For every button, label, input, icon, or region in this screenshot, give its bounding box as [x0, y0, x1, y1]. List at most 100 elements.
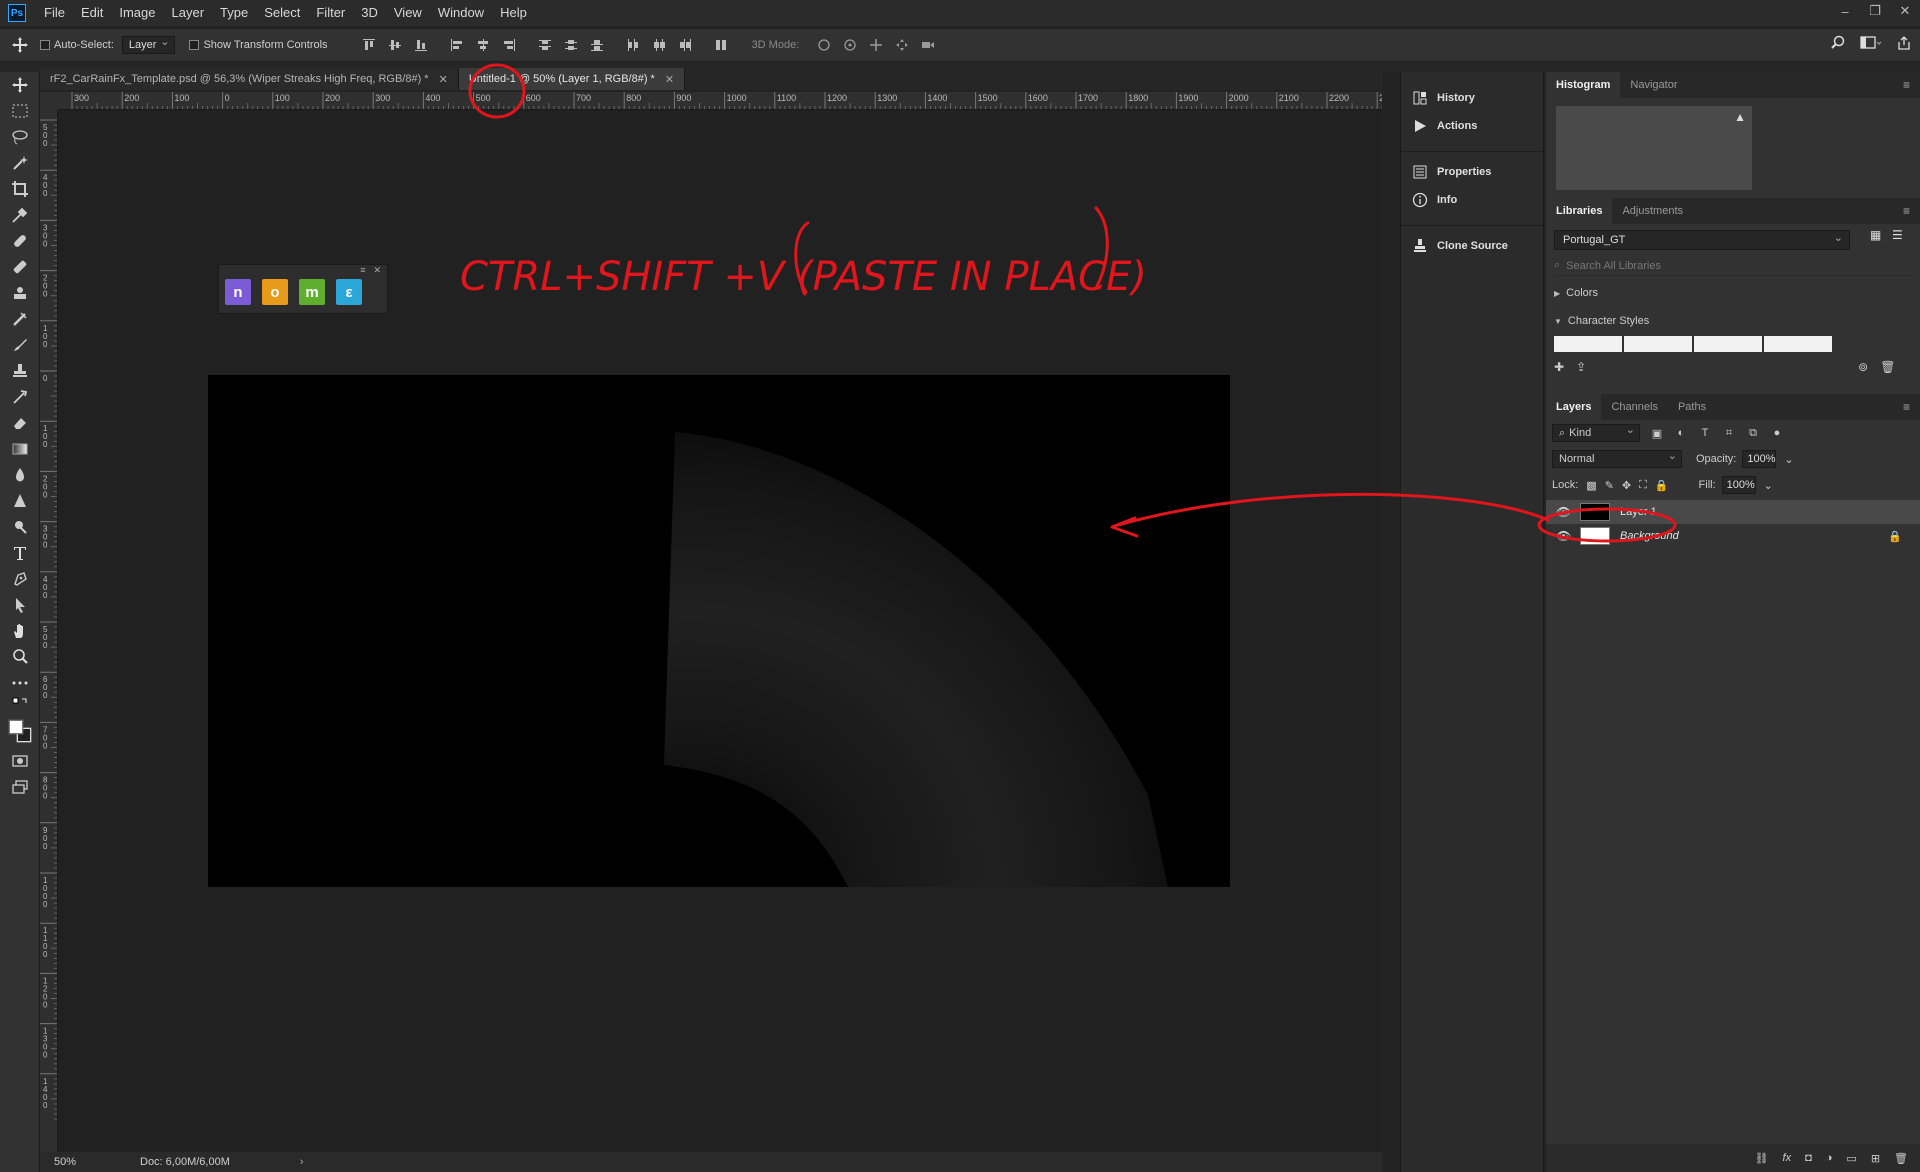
menu-edit[interactable]: Edit — [73, 0, 111, 26]
filter-toggle-icon[interactable]: ● — [1770, 426, 1784, 440]
vertical-ruler[interactable]: 5004003002001000100200300400500600700800… — [40, 110, 58, 1152]
distribute-top-icon[interactable] — [536, 36, 554, 54]
pixel-filter-icon[interactable]: ▣ — [1650, 426, 1664, 440]
search-icon[interactable] — [1830, 35, 1846, 54]
history-brush-tool-icon[interactable] — [0, 306, 40, 332]
tab-layers[interactable]: Layers — [1546, 394, 1602, 420]
tab-libraries[interactable]: Libraries — [1546, 198, 1613, 224]
panel-actions[interactable]: Actions — [1401, 112, 1543, 140]
lock-all-icon[interactable]: 🔒 — [1655, 479, 1669, 492]
more-tools-icon[interactable] — [0, 670, 40, 696]
minimize-button[interactable]: – — [1830, 0, 1860, 22]
dodge-tool-icon[interactable] — [0, 514, 40, 540]
lock-pixels-icon[interactable]: ✎ — [1605, 479, 1614, 492]
move-tool-icon[interactable] — [0, 72, 40, 98]
share-icon[interactable] — [1896, 35, 1912, 54]
workspace-icon[interactable] — [1860, 35, 1882, 54]
restore-button[interactable]: ❐ — [1860, 0, 1890, 22]
close-tab-icon[interactable]: ✕ — [439, 73, 448, 86]
zoom-tool-icon[interactable] — [0, 644, 40, 670]
opacity-field[interactable]: 100% — [1742, 450, 1777, 468]
healing-brush-tool-icon[interactable] — [0, 228, 40, 254]
paint-brush-tool-icon[interactable] — [0, 332, 40, 358]
clone-stamp-tool-icon[interactable] — [0, 358, 40, 384]
list-view-icon[interactable]: ☰ — [1892, 228, 1908, 244]
menu-type[interactable]: Type — [212, 0, 256, 26]
menu-layer[interactable]: Layer — [164, 0, 213, 26]
add-icon[interactable]: ✚ — [1554, 360, 1564, 374]
document-canvas[interactable] — [208, 375, 1230, 887]
panel-clone-source[interactable]: Clone Source — [1401, 232, 1543, 260]
close-window-button[interactable]: ✕ — [1890, 0, 1920, 22]
chevron-down-icon[interactable]: ⌄ — [1764, 479, 1773, 492]
auto-align-icon[interactable] — [712, 36, 730, 54]
tab-channels[interactable]: Channels — [1601, 394, 1667, 420]
upload-icon[interactable]: ⇪ — [1576, 360, 1586, 374]
type-tool-icon[interactable] — [0, 540, 40, 566]
panel-menu-icon[interactable]: ≡ — [360, 265, 365, 275]
fx-icon[interactable]: fx — [1783, 1152, 1792, 1164]
eyedropper-tool-icon[interactable] — [0, 202, 40, 228]
menu-help[interactable]: Help — [492, 0, 535, 26]
tab-adjustments[interactable]: Adjustments — [1612, 198, 1693, 224]
blend-mode-dropdown[interactable]: Normal — [1552, 449, 1682, 468]
plugin-m-button[interactable]: m — [299, 279, 325, 305]
panel-info[interactable]: Info — [1401, 186, 1543, 214]
panel-history[interactable]: History — [1401, 84, 1543, 112]
3d-camera-icon[interactable] — [919, 36, 937, 54]
character-style-thumb[interactable] — [1624, 336, 1692, 352]
panel-menu-icon[interactable]: ≡ — [1903, 400, 1910, 414]
character-style-thumb[interactable] — [1764, 336, 1832, 352]
lasso-tool-icon[interactable] — [0, 124, 40, 150]
panel-menu-icon[interactable]: ≡ — [1903, 204, 1910, 218]
pen-tool-icon[interactable] — [0, 566, 40, 592]
distribute-vcenter-icon[interactable] — [562, 36, 580, 54]
menu-filter[interactable]: Filter — [308, 0, 353, 26]
gradient-tool-icon[interactable] — [0, 436, 40, 462]
plugin-n-button[interactable]: n — [225, 279, 251, 305]
move-tool-preset-icon[interactable] — [0, 30, 40, 60]
screen-mode-icon[interactable] — [0, 774, 40, 800]
brush-tool-icon[interactable] — [0, 254, 40, 280]
quick-mask-icon[interactable] — [0, 748, 40, 774]
panel-menu-icon[interactable]: ≡ — [1903, 78, 1910, 92]
align-right-icon[interactable] — [500, 36, 518, 54]
close-icon[interactable]: ✕ — [373, 265, 381, 275]
3d-pan-icon[interactable] — [867, 36, 885, 54]
menu-3d[interactable]: 3D — [353, 0, 386, 26]
trash-icon[interactable]: 🗑 — [1880, 360, 1895, 374]
character-style-thumb[interactable] — [1554, 336, 1622, 352]
tab-histogram[interactable]: Histogram — [1546, 72, 1621, 98]
smart-object-filter-icon[interactable]: ⧉ — [1746, 426, 1760, 440]
new-layer-icon[interactable]: ⊞ — [1871, 1152, 1880, 1165]
quick-select-tool-icon[interactable] — [0, 150, 40, 176]
library-dropdown[interactable]: Portugal_GT — [1554, 230, 1850, 250]
align-left-icon[interactable] — [448, 36, 466, 54]
stamp-tool-icon[interactable] — [0, 280, 40, 306]
menu-file[interactable]: File — [36, 0, 73, 26]
crop-tool-icon[interactable] — [0, 176, 40, 202]
hand-tool-icon[interactable] — [0, 618, 40, 644]
lock-position-icon[interactable]: ✥ — [1622, 479, 1631, 492]
lock-transparency-icon[interactable]: ▩ — [1586, 479, 1596, 492]
tab-navigator[interactable]: Navigator — [1620, 72, 1687, 98]
tab-untitled-1[interactable]: Untitled-1 @ 50% (Layer 1, RGB/8#) * ✕ — [458, 68, 686, 90]
panel-properties[interactable]: Properties — [1401, 158, 1543, 186]
grid-view-icon[interactable]: ▦ — [1870, 228, 1886, 244]
mask-icon[interactable]: ◘ — [1805, 1152, 1812, 1164]
tab-carrainfx-template[interactable]: rF2_CarRainFx_Template.psd @ 56,3% (Wipe… — [40, 68, 459, 90]
close-tab-icon[interactable]: ✕ — [665, 73, 674, 86]
lock-artboard-icon[interactable]: ⛶ — [1639, 479, 1647, 492]
eye-icon[interactable]: 👁 — [1556, 529, 1574, 543]
folder-icon[interactable]: ▭ — [1846, 1152, 1856, 1165]
status-menu-arrow[interactable]: › — [300, 1156, 304, 1168]
distribute-hcenter-icon[interactable] — [650, 36, 668, 54]
eraser-tool-icon[interactable] — [0, 410, 40, 436]
layer-row-background[interactable]: 👁 Background 🔒 — [1546, 524, 1920, 548]
3d-slide-icon[interactable] — [893, 36, 911, 54]
auto-select-dropdown[interactable]: Layer — [121, 35, 176, 54]
shape-filter-icon[interactable]: ⌗ — [1722, 426, 1736, 440]
align-vcenter-icon[interactable] — [386, 36, 404, 54]
distribute-bottom-icon[interactable] — [588, 36, 606, 54]
character-style-thumb[interactable] — [1694, 336, 1762, 352]
